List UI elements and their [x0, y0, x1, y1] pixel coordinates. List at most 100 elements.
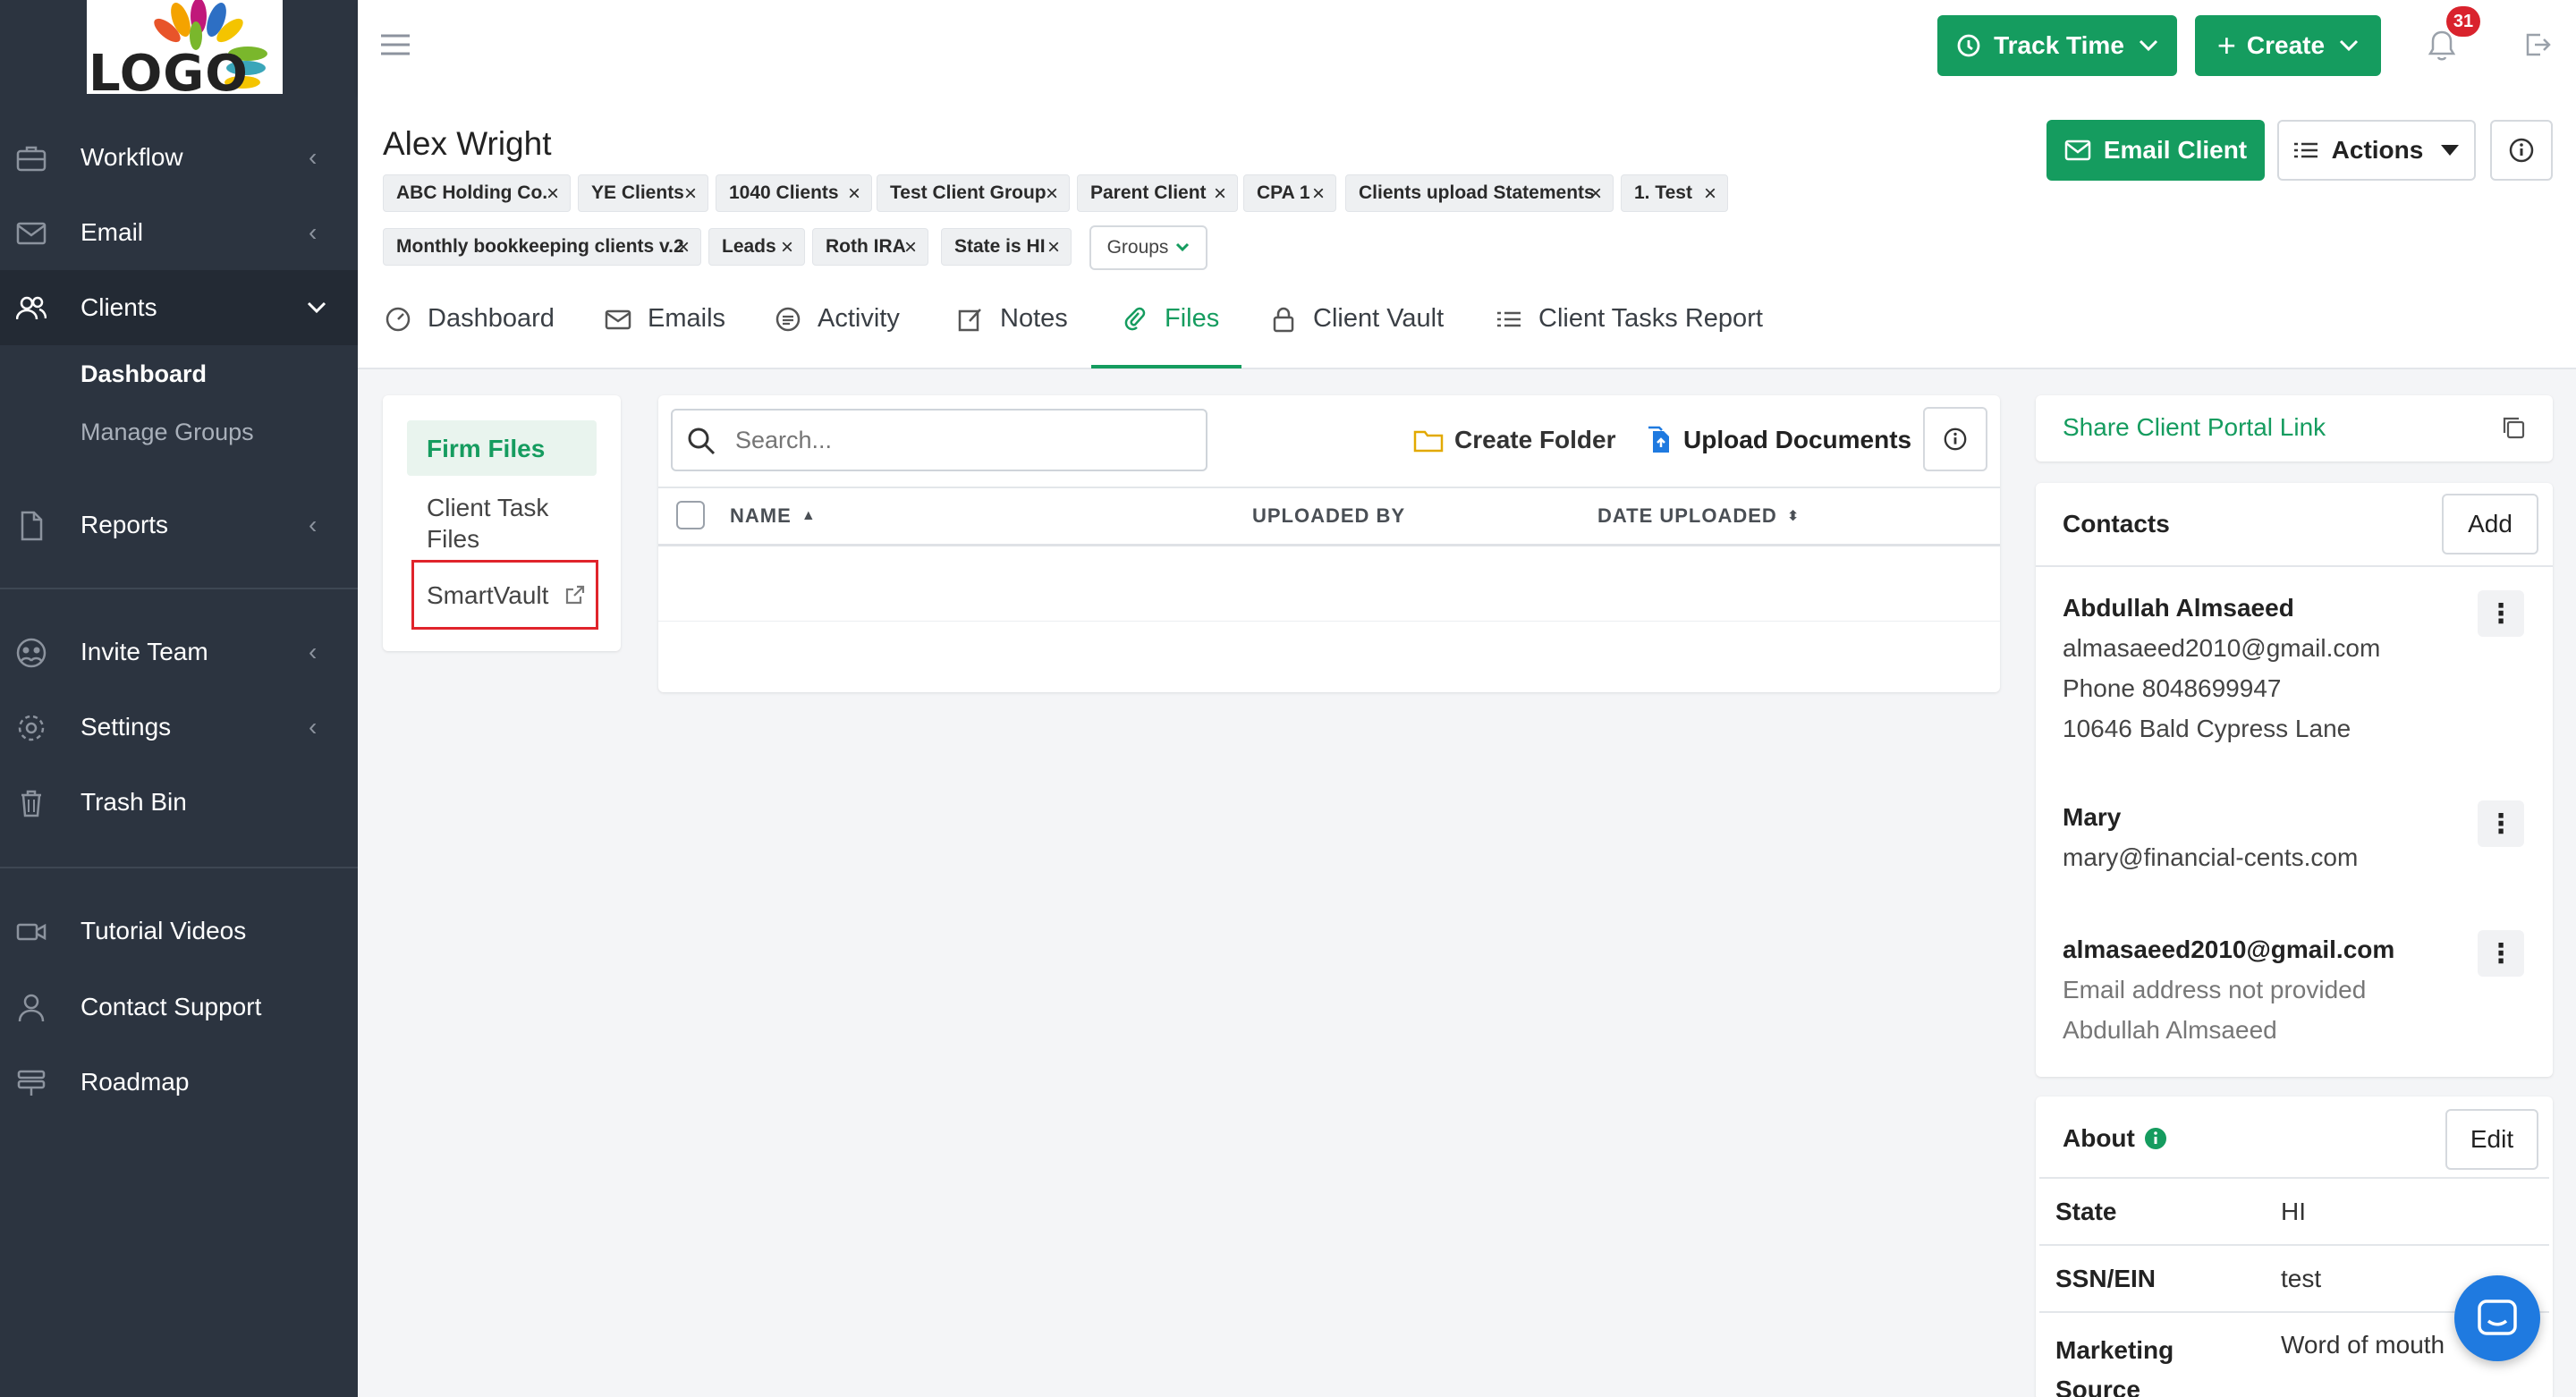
sidebar-item-reports[interactable]: Reports ‹ — [0, 487, 358, 563]
contact-more-options-icon[interactable]: ⋮ — [2478, 590, 2524, 637]
team-icon — [16, 638, 47, 668]
chevron-down-icon — [2139, 39, 2157, 52]
copy-icon[interactable] — [2501, 415, 2526, 440]
remove-tag-icon[interactable]: × — [781, 235, 793, 260]
tab-label: Files — [1165, 304, 1220, 333]
column-header-date-uploaded[interactable]: DATE UPLOADED ⬍ — [1597, 504, 1800, 528]
sidebar-item-trash-bin[interactable]: Trash Bin — [0, 765, 358, 840]
search-input[interactable] — [735, 423, 1182, 457]
groups-label: Groups — [1106, 237, 1169, 258]
tab-emails[interactable]: Emails — [605, 304, 725, 334]
chat-launcher-button[interactable] — [2454, 1275, 2540, 1361]
sidebar-item-tutorial-videos[interactable]: Tutorial Videos — [0, 893, 358, 969]
sidebar-item-contact-support[interactable]: Contact Support — [0, 969, 358, 1045]
group-tag: Leads × — [708, 228, 805, 266]
remove-tag-icon[interactable]: × — [1214, 182, 1226, 207]
search-icon — [688, 428, 716, 455]
tag-label: Clients upload Statements — [1359, 182, 1595, 203]
tab-notes[interactable]: Notes — [957, 304, 1068, 334]
sidebar-sub-dashboard[interactable]: Dashboard — [80, 360, 207, 388]
logo[interactable]: LOGO — [87, 0, 283, 94]
remove-tag-icon[interactable]: × — [1046, 182, 1058, 207]
remove-tag-icon[interactable]: × — [1589, 182, 1602, 207]
sidebar-item-label: Clients — [80, 293, 157, 321]
chevron-down-icon — [1176, 242, 1190, 252]
tab-dashboard[interactable]: Dashboard — [385, 304, 555, 334]
file-search-field[interactable] — [671, 409, 1208, 471]
folder-smartvault[interactable]: SmartVault — [427, 581, 586, 610]
sidebar-item-label: Email — [80, 218, 144, 246]
info-button[interactable] — [2490, 120, 2553, 181]
table-header-border — [658, 544, 2000, 546]
contact-more-options-icon[interactable]: ⋮ — [2478, 800, 2524, 847]
actions-dropdown-button[interactable]: Actions — [2277, 120, 2476, 181]
sort-ascending-icon: ▲ — [801, 508, 817, 523]
sidebar-item-settings[interactable]: Settings ‹ — [0, 690, 358, 765]
sidebar-item-roadmap[interactable]: Roadmap — [0, 1045, 358, 1120]
about-divider — [2039, 1244, 2549, 1246]
contact-email-link[interactable]: mary@financial-cents.com — [2063, 843, 2358, 872]
sidebar-item-label: Trash Bin — [80, 788, 187, 816]
tab-files[interactable]: Files — [1122, 304, 1219, 334]
hamburger-menu-icon[interactable] — [381, 32, 410, 57]
tab-client-vault[interactable]: Client Vault — [1270, 304, 1444, 334]
sidebar: LOGO Workflow ‹ Email ‹ Clients Dashboar… — [0, 0, 358, 1397]
contact-address: 10646 Bald Cypress Lane — [2063, 715, 2351, 742]
sidebar-sub-manage-groups[interactable]: Manage Groups — [80, 419, 254, 446]
remove-tag-icon[interactable]: × — [904, 235, 917, 260]
remove-tag-icon[interactable]: × — [547, 182, 559, 207]
table-top-border — [658, 487, 2000, 488]
clock-icon — [1957, 34, 1980, 57]
remove-tag-icon[interactable]: × — [684, 182, 697, 207]
paperclip-icon — [1124, 307, 1146, 330]
email-client-button[interactable]: Email Client — [2046, 120, 2265, 181]
chat-icon — [2478, 1300, 2517, 1335]
upload-documents-label: Upload Documents — [1683, 426, 1912, 453]
remove-tag-icon[interactable]: × — [1312, 182, 1325, 207]
tag-label: Leads — [722, 236, 776, 257]
email-client-label: Email Client — [2103, 136, 2248, 164]
about-value-state: HI — [2281, 1198, 2306, 1225]
tag-label: Monthly bookkeeping clients v.2 — [396, 236, 684, 257]
tab-label: Activity — [818, 304, 900, 333]
group-tag: YE Clients × — [578, 174, 708, 212]
tag-label: 1040 Clients — [729, 182, 839, 203]
folder-client-task-files[interactable]: Client Task Files — [427, 492, 579, 555]
groups-dropdown-button[interactable]: Groups — [1089, 225, 1208, 270]
tab-client-tasks-report[interactable]: Client Tasks Report — [1496, 304, 1763, 334]
group-tag: 1040 Clients × — [716, 174, 872, 212]
tab-activity[interactable]: Activity — [775, 304, 900, 334]
edit-about-button[interactable]: Edit — [2445, 1109, 2538, 1170]
lock-icon — [1273, 307, 1294, 332]
contact-email-link[interactable]: almasaeed2010@gmail.com — [2063, 634, 2380, 663]
caret-down-icon — [2441, 145, 2460, 156]
remove-tag-icon[interactable]: × — [848, 182, 860, 207]
column-header-uploaded-by[interactable]: UPLOADED BY — [1252, 504, 1405, 528]
create-folder-button[interactable]: Create Folder — [1413, 422, 1616, 458]
track-time-button[interactable]: Track Time — [1937, 15, 2177, 76]
about-title: About — [2063, 1124, 2167, 1153]
add-contact-button[interactable]: Add — [2442, 494, 2538, 555]
remove-tag-icon[interactable]: × — [1047, 235, 1060, 260]
select-all-checkbox[interactable] — [676, 501, 705, 529]
sidebar-item-email[interactable]: Email ‹ — [0, 195, 358, 270]
sidebar-item-clients[interactable]: Clients — [0, 270, 358, 345]
remove-tag-icon[interactable]: × — [1704, 182, 1716, 207]
client-name: Alex Wright — [383, 125, 552, 162]
create-button[interactable]: + Create — [2195, 15, 2381, 76]
contact-more-options-icon[interactable]: ⋮ — [2478, 930, 2524, 977]
remove-tag-icon[interactable]: × — [677, 235, 690, 260]
upload-documents-button[interactable]: Upload Documents — [1646, 422, 1911, 458]
folder-firm-files[interactable]: Firm Files — [407, 420, 597, 476]
logout-icon[interactable] — [2524, 31, 2551, 58]
person-icon — [18, 994, 45, 1022]
list-icon — [2293, 142, 2318, 158]
bell-icon[interactable] — [2428, 30, 2456, 62]
sidebar-item-invite-team[interactable]: Invite Team ‹ — [0, 614, 358, 690]
files-info-button[interactable] — [1923, 407, 1987, 471]
chevron-down-icon — [2340, 39, 2359, 52]
sidebar-item-workflow[interactable]: Workflow ‹ — [0, 120, 358, 195]
info-icon[interactable] — [2144, 1127, 2167, 1150]
share-client-portal-link[interactable]: Share Client Portal Link — [2063, 413, 2326, 442]
column-header-name[interactable]: NAME ▲ — [730, 504, 817, 528]
